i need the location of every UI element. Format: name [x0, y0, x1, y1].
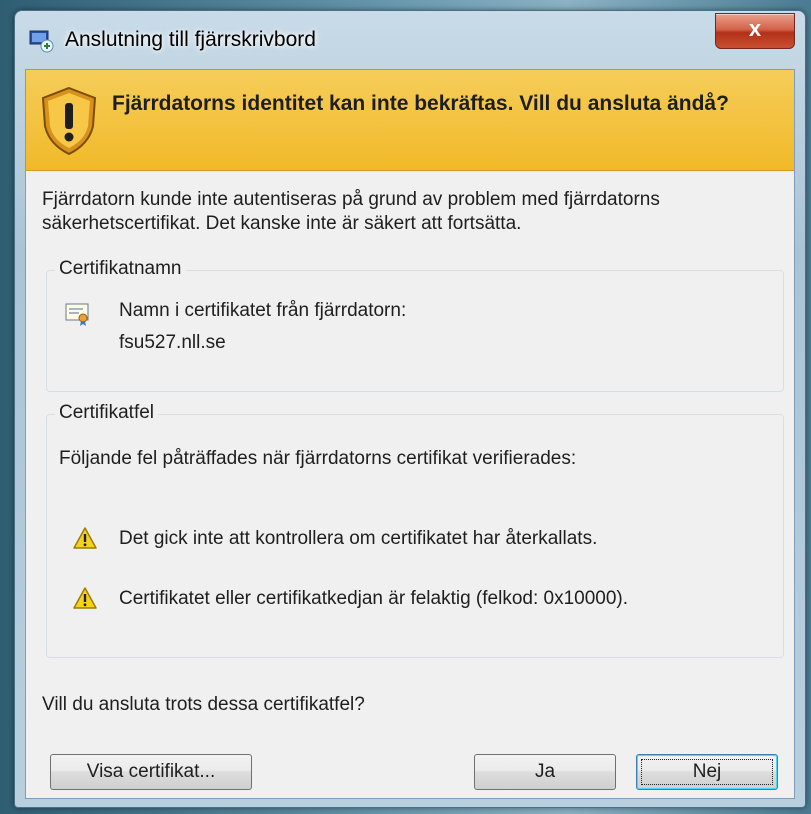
yes-label: Ja: [534, 761, 556, 782]
title-bar[interactable]: Anslutning till fjärrskrivbord x: [15, 11, 805, 69]
intro-text: Fjärrdatorn kunde inte autentiseras på g…: [42, 189, 660, 234]
warning-banner: Fjärrdatorns identitet kan inte bekräfta…: [26, 70, 794, 171]
shield-warning-icon: [41, 86, 97, 156]
warning-icon: [73, 527, 97, 549]
dialog-content: Fjärrdatorns identitet kan inte bekräfta…: [25, 69, 795, 799]
remote-desktop-icon: [29, 30, 54, 53]
dialog-window: Anslutning till fjärrskrivbord x Fjärrda…: [14, 10, 806, 808]
cert-name-group: Certifikatnamn Namn i certifikatet från …: [46, 258, 784, 392]
confirm-question: Vill du ansluta trots dessa certifikatfe…: [42, 694, 365, 715]
yes-button[interactable]: Ja: [474, 754, 616, 790]
view-certificate-button[interactable]: Visa certifikat...: [50, 754, 252, 790]
cert-error-group: Certifikatfel Följande fel påträffades n…: [46, 402, 784, 658]
cert-error-intro: Följande fel påträffades när fjärrdatorn…: [59, 448, 577, 469]
warning-icon: [73, 587, 97, 609]
view-certificate-label: Visa certifikat...: [86, 761, 216, 782]
close-button[interactable]: x: [715, 13, 795, 49]
window-title: Anslutning till fjärrskrivbord: [65, 28, 316, 51]
cert-error-legend: Certifikatfel: [55, 402, 159, 424]
cert-error-item: Det gick inte att kontrollera om certifi…: [119, 528, 598, 549]
no-label: Nej: [692, 761, 722, 782]
banner-heading: Fjärrdatorns identitet kan inte bekräfta…: [112, 92, 729, 115]
cert-name-legend: Certifikatnamn: [55, 258, 186, 280]
no-button[interactable]: Nej: [636, 754, 778, 790]
cert-name-label: Namn i certifikatet från fjärrdatorn:: [119, 300, 407, 321]
cert-error-item: Certifikatet eller certifikatkedjan är f…: [119, 588, 629, 609]
certificate-icon: [65, 303, 89, 326]
cert-name-value: fsu527.nll.se: [119, 332, 226, 353]
